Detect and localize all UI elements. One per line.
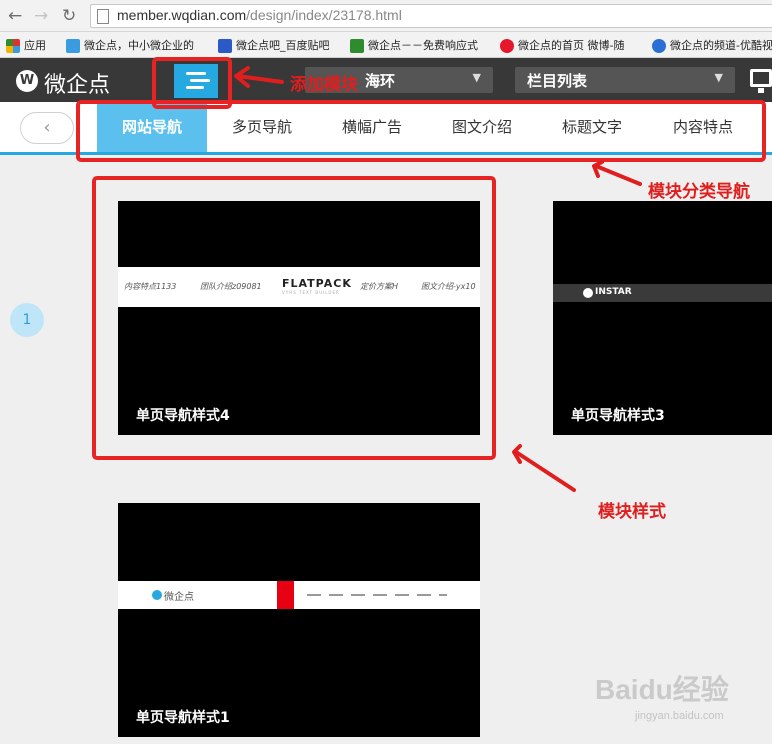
watermark-url: jingyan.baidu.com	[635, 710, 724, 722]
arrow-module-style-icon	[514, 450, 576, 492]
watermark-logo: Baidu经验	[595, 674, 729, 705]
arrow-category-nav-icon	[594, 164, 642, 186]
annotation-arrows	[234, 66, 642, 492]
